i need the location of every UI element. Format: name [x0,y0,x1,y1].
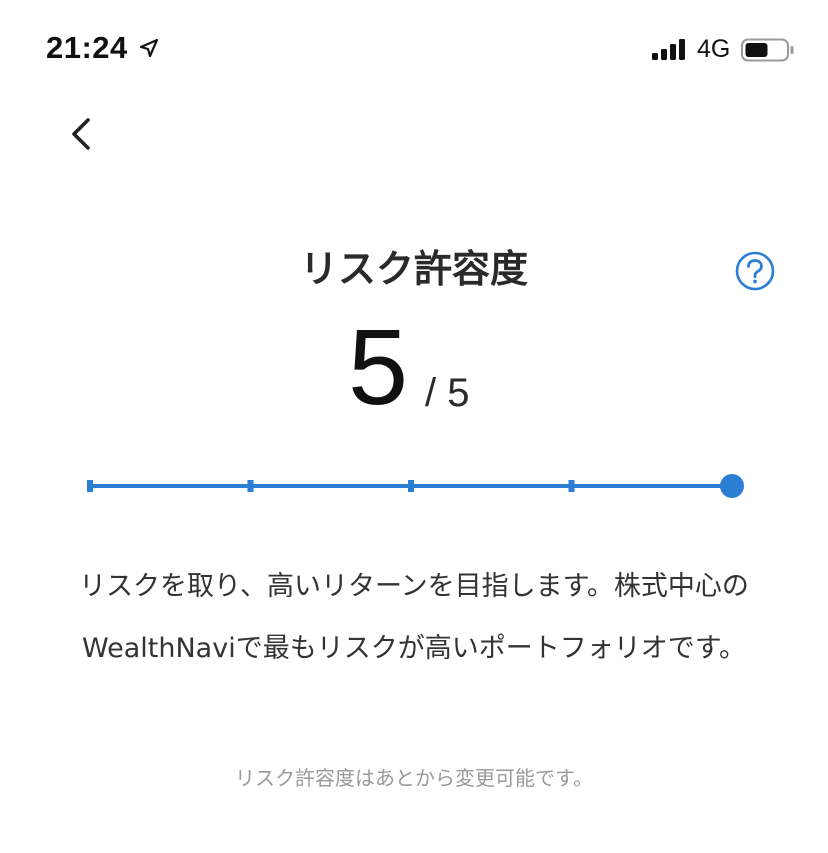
slider-tick[interactable] [408,480,414,492]
change-note: リスク許容度はあとから変更可能です。 [235,766,593,790]
battery-icon [741,38,794,62]
status-bar: 21:24 4G [0,0,828,100]
help-button[interactable] [734,250,776,292]
question-circle-icon [735,251,775,291]
risk-description: リスクを取り、高いリターンを目指します。株式中心のWealthNaviで最もリス… [79,571,749,664]
slider-thumb[interactable] [720,474,744,498]
risk-score: 5 / 5 [0,312,828,422]
score-max: / 5 [425,371,470,415]
location-arrow-icon [139,38,159,58]
page-title: リスク許容度 [299,247,528,291]
slider-tick[interactable] [568,480,575,492]
chevron-left-icon [72,118,90,150]
slider-tick[interactable] [247,480,254,492]
status-time: 21:24 [46,30,128,65]
risk-slider[interactable] [80,466,750,506]
slider-tick[interactable] [87,480,93,492]
score-value: 5 [348,306,409,427]
network-label: 4G [697,35,731,63]
signal-bars-icon [652,39,685,60]
back-button[interactable] [58,108,102,158]
